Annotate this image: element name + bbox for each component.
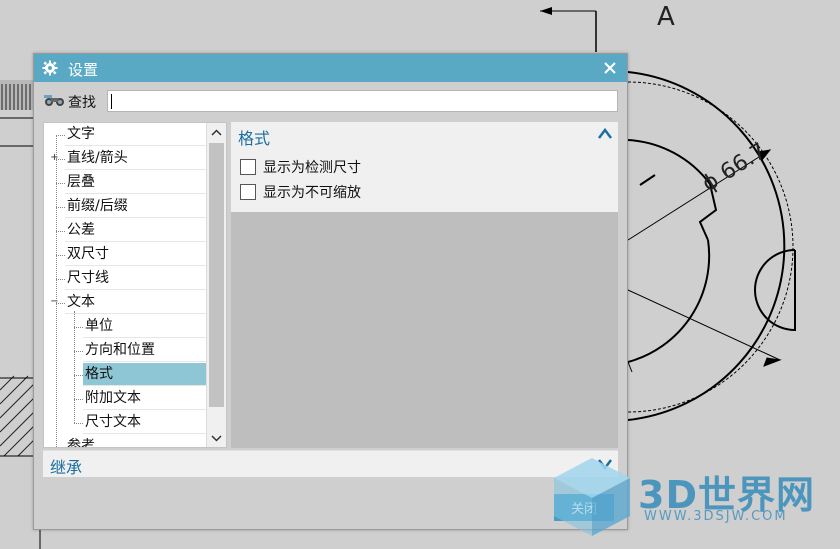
tree-item[interactable]: 前缀/后缀 (65, 195, 207, 218)
option-show-as-inspection[interactable]: 显示为检测尺寸 (240, 157, 361, 177)
format-section-title: 格式 (238, 129, 271, 148)
dialog-title: 设置 (68, 61, 99, 79)
tree-item-label: 参考 (67, 438, 95, 448)
scrollbar-thumb[interactable] (209, 143, 224, 407)
tree-connector (56, 183, 65, 184)
option-show-as-non-scalable[interactable]: 显示为不可缩放 (240, 182, 361, 202)
tree-item-label: 方向和位置 (85, 342, 155, 358)
tree-connector (74, 327, 83, 328)
tree-connector (56, 279, 65, 280)
circular-part-section (627, 71, 796, 421)
tree-item[interactable]: 单位 (83, 315, 207, 338)
tree-connector (56, 207, 65, 208)
settings-tree: 文字直线/箭头 + 层叠前缀/后缀公差双尺寸尺寸线文本 − 单位方向和位置格式附加文本尺… (43, 122, 227, 448)
tree-item[interactable]: 层叠 (65, 171, 207, 194)
binoculars-icon (44, 95, 64, 106)
tree-item-label: 文本 (67, 294, 95, 310)
scroll-up-button[interactable] (207, 123, 226, 141)
tree-item-label: 直线/箭头 (67, 150, 128, 166)
tree-connector (56, 231, 65, 232)
chevron-up-icon[interactable] (598, 128, 612, 140)
chevron-up-icon (211, 128, 222, 136)
watermark: 3D世界网 WWW.3DSJW.COM (548, 450, 840, 542)
tree-item[interactable]: 公差 (65, 219, 207, 242)
tree-item[interactable]: 尺寸文本 (83, 411, 207, 434)
tree-connector (56, 135, 65, 136)
tree-connector (74, 311, 75, 423)
tree-connector (74, 351, 83, 352)
tree-item-label: 层叠 (67, 174, 95, 190)
tree-item[interactable]: 参考 (65, 435, 207, 448)
tree-connector (56, 447, 65, 448)
tree-item[interactable]: 文本 (65, 291, 207, 314)
tree-item-label: 附加文本 (85, 390, 141, 406)
tree-item-label: 格式 (85, 366, 113, 382)
inherit-section-title: 继承 (50, 458, 83, 477)
tree-item[interactable]: 附加文本 (83, 387, 207, 410)
search-label: 查找 (68, 95, 96, 111)
collapse-icon[interactable]: − (50, 297, 59, 307)
expand-icon[interactable]: + (50, 153, 59, 163)
tree-item-label: 文字 (67, 126, 95, 142)
settings-content-panel: 格式 显示为检测尺寸 显示为不可缩放 (231, 122, 618, 448)
option-label: 显示为检测尺寸 (263, 160, 361, 176)
tree-item-label: 尺寸线 (67, 270, 109, 286)
watermark-url: WWW.3DSJW.COM (644, 509, 788, 524)
tree-connector (74, 375, 83, 376)
tree-item[interactable]: 尺寸线 (65, 267, 207, 290)
format-section: 格式 显示为检测尺寸 显示为不可缩放 (231, 122, 618, 212)
tree-connector (56, 135, 57, 447)
tree-item-label: 双尺寸 (67, 246, 109, 262)
tree-item[interactable]: 双尺寸 (65, 243, 207, 266)
settings-dialog: 设置 查找 文字 直线/箭头 + 层叠 前缀/后缀 公差 双尺寸 尺寸线 文本 − 单位 方向和位置格… (33, 53, 628, 530)
tree-item-label: 公差 (67, 222, 95, 238)
search-input[interactable] (107, 90, 618, 112)
tree-connector (74, 399, 83, 400)
gear-icon (42, 60, 58, 76)
tree-item[interactable]: 格式 (83, 363, 207, 386)
tree-item-label: 尺寸文本 (85, 414, 141, 430)
tree-connector (74, 423, 83, 424)
option-label: 显示为不可缩放 (263, 185, 361, 201)
text-caret (111, 94, 112, 109)
inherit-section[interactable]: 继承 (43, 450, 618, 477)
dimension-label: ϕ 66.7 (698, 139, 771, 198)
cube-logo-icon (554, 458, 630, 536)
scroll-down-button[interactable] (207, 429, 226, 447)
left-hatched-part (0, 80, 35, 457)
tree-item-label: 单位 (85, 318, 113, 334)
dialog-titlebar[interactable]: 设置 (34, 54, 627, 82)
tree-item-label: 前缀/后缀 (67, 198, 128, 214)
tree-item[interactable]: 直线/箭头 (65, 147, 207, 170)
checkbox-show-as-inspection[interactable] (240, 159, 256, 175)
tree-item[interactable]: 文字 (65, 123, 207, 146)
close-icon[interactable] (599, 57, 621, 79)
chevron-down-icon (211, 434, 222, 442)
checkbox-show-as-non-scalable[interactable] (240, 184, 256, 200)
tree-scrollbar[interactable] (206, 123, 226, 447)
section-label: A (657, 2, 675, 32)
tree-item[interactable]: 方向和位置 (83, 339, 207, 362)
tree-connector (56, 255, 65, 256)
